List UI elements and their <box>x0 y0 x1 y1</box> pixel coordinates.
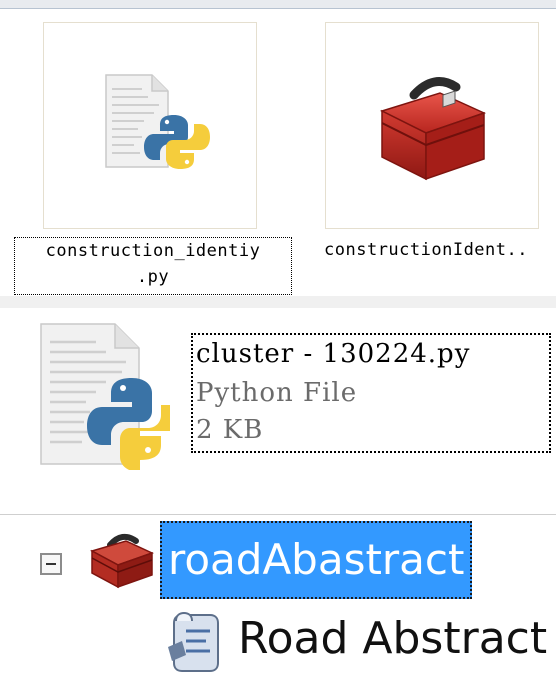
python-file-name[interactable]: construction_identiy .py <box>14 237 292 295</box>
toolbox-file-name[interactable]: constructionIdent.. <box>298 237 554 267</box>
python-file-name-line1: construction_identiy <box>45 241 261 261</box>
file-details-selection[interactable]: cluster - 130224.py Python File 2 KB <box>191 333 551 453</box>
file-type: Python File <box>196 378 358 408</box>
view-separator <box>0 296 556 308</box>
file-size: 2 KB <box>196 415 264 445</box>
tree-item-toolbox-label[interactable]: roadAbastract <box>160 521 473 599</box>
python-file-name-line2: .py <box>136 267 170 287</box>
view-top-border <box>0 0 556 9</box>
toolbox-icon <box>90 533 154 589</box>
file-name: cluster - 130224.py <box>196 339 471 369</box>
collapse-minus-icon[interactable] <box>40 553 62 575</box>
python-file-thumbnail[interactable] <box>43 22 257 229</box>
tiles-view: cluster - 130224.py Python File 2 KB <box>0 308 556 514</box>
tree-item-script-label[interactable]: Road Abstract <box>238 604 547 674</box>
toolbox-thumbnail[interactable] <box>325 22 539 229</box>
large-icons-view: construction_identiy .py constructionIde… <box>0 0 556 296</box>
script-tool-icon <box>168 611 219 672</box>
python-file-icon <box>105 74 210 169</box>
python-file-icon[interactable] <box>36 320 172 470</box>
toolbox-icon <box>379 77 487 181</box>
